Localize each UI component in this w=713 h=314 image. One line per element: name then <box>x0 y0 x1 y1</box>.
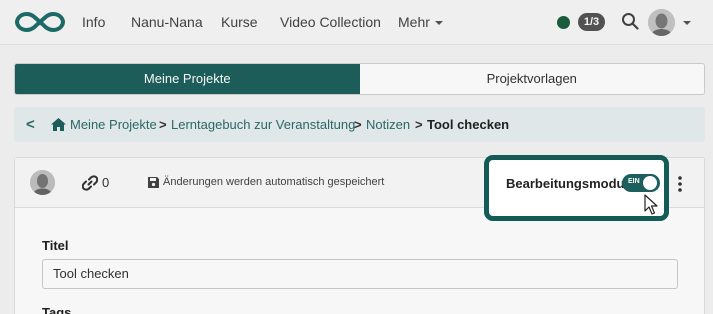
breadcrumb: < Meine Projekte > Lerntagebuch zur Vera… <box>14 107 705 142</box>
toggle-state-label: EIN <box>628 178 640 185</box>
breadcrumb-separator-icon: > <box>415 117 423 132</box>
more-options-icon[interactable] <box>675 175 685 193</box>
breadcrumb-separator-icon: > <box>354 117 362 132</box>
edit-mode-label: Bearbeitungsmodus <box>506 176 632 191</box>
breadcrumb-current: Tool checken <box>427 117 510 132</box>
title-input[interactable]: Tool checken <box>42 259 678 289</box>
breadcrumb-separator-icon: > <box>159 117 167 132</box>
back-chevron-icon[interactable]: < <box>26 107 35 142</box>
autosave-status: Änderungen werden automatisch gespeicher… <box>163 176 385 188</box>
avatar-image-icon <box>648 9 675 36</box>
link-count: 0 <box>102 175 110 190</box>
search-icon[interactable] <box>621 12 639 30</box>
link-icon[interactable] <box>82 175 98 191</box>
author-avatar[interactable] <box>30 170 55 195</box>
avatar-image-icon <box>30 170 55 195</box>
nav-item-mehr-label: Mehr <box>398 14 430 30</box>
tab-meine-projekte[interactable]: Meine Projekte <box>15 64 360 94</box>
nav-item-mehr[interactable]: Mehr <box>398 14 443 30</box>
edit-mode-highlight: Bearbeitungsmodus EIN <box>484 155 669 221</box>
nav-item-info[interactable]: Info <box>82 14 105 30</box>
tags-label: Tags <box>42 305 72 314</box>
breadcrumb-item-lerntagebuch[interactable]: Lerntagebuch zur Veranstaltung <box>171 107 355 142</box>
home-icon[interactable] <box>51 118 66 131</box>
project-tabs: Meine Projekte Projektvorlagen <box>14 63 705 95</box>
user-avatar[interactable] <box>648 9 675 36</box>
top-navigation: Info Nanu-Nana Kurse Video Collection Me… <box>0 0 713 45</box>
title-label: Titel <box>42 238 69 253</box>
breadcrumb-item-meine-projekte[interactable]: Meine Projekte <box>70 107 157 142</box>
save-icon <box>148 177 159 188</box>
nav-item-nanu-nana[interactable]: Nanu-Nana <box>131 14 203 30</box>
user-menu-chevron-icon[interactable] <box>683 21 691 25</box>
breadcrumb-item-notizen[interactable]: Notizen <box>366 107 410 142</box>
nav-item-kurse[interactable]: Kurse <box>221 14 258 30</box>
edit-mode-toggle[interactable]: EIN <box>622 174 660 192</box>
online-status-icon <box>557 16 570 29</box>
notification-counter-badge[interactable]: 1/3 <box>578 13 605 31</box>
tab-projektvorlagen[interactable]: Projektvorlagen <box>359 64 704 94</box>
mouse-cursor-icon <box>644 194 658 215</box>
toggle-knob <box>643 176 657 190</box>
infinity-logo-icon[interactable] <box>14 10 66 34</box>
nav-item-video-collection[interactable]: Video Collection <box>280 14 381 30</box>
chevron-down-icon <box>434 21 443 26</box>
